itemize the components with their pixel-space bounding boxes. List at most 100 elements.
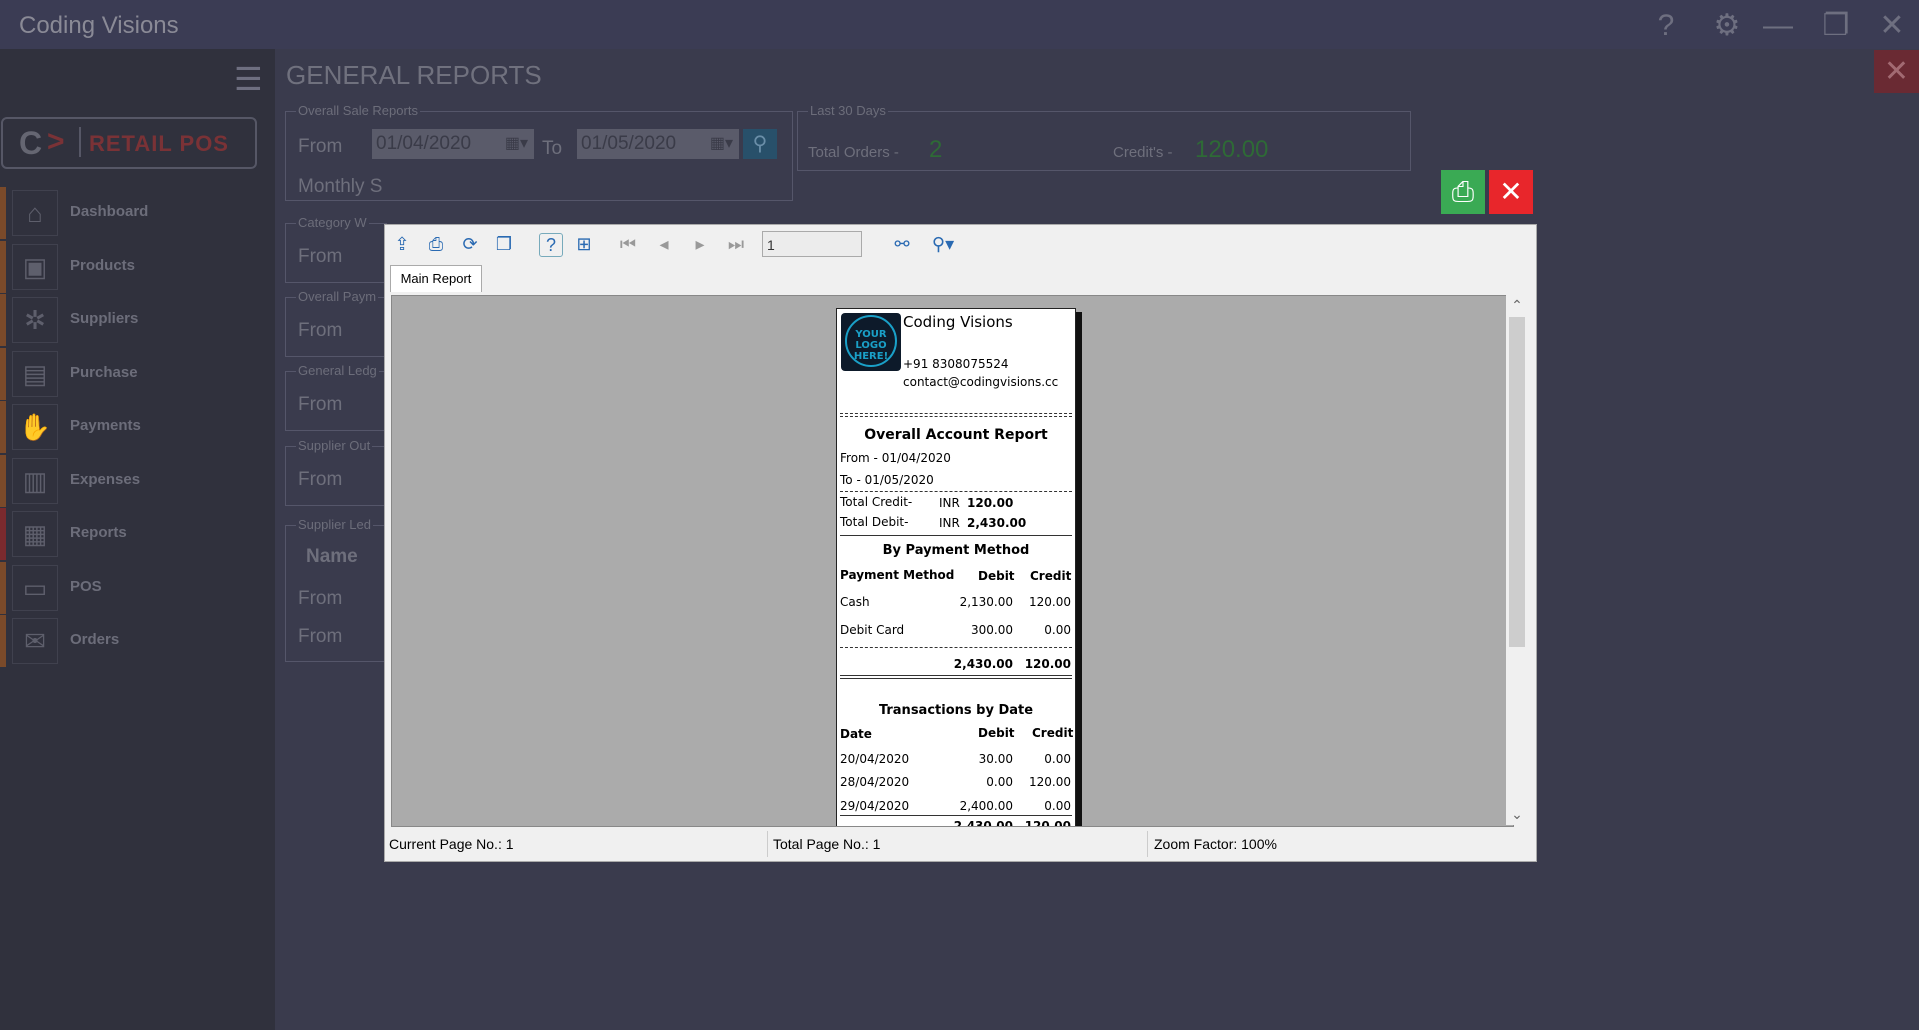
from-date-line: From - 01/04/2020 — [840, 451, 951, 465]
search-button[interactable]: ⚲ — [743, 129, 777, 159]
group-tree-icon[interactable]: ⊞ — [573, 233, 595, 255]
group-title: Overall Sale Reports — [296, 103, 420, 118]
logo-letter: C — [19, 125, 43, 161]
scroll-thumb[interactable] — [1509, 317, 1525, 647]
from-label: From — [298, 246, 343, 267]
pm-header-credit: Credit — [1030, 569, 1072, 583]
group-title: Category W — [296, 215, 369, 230]
status-bar: Current Page No.: 1 Total Page No.: 1 Zo… — [385, 831, 1536, 859]
tab-main-report[interactable]: Main Report — [390, 265, 482, 292]
total-debit-currency: INR — [939, 516, 960, 530]
tx-cell-date: 28/04/2020 — [840, 775, 910, 789]
pm-cell-method: Cash — [840, 595, 870, 609]
minimize-icon[interactable]: — — [1762, 10, 1794, 42]
from-label: From — [298, 136, 343, 157]
monthly-label: Monthly S — [298, 176, 383, 197]
help-icon[interactable]: ? — [1650, 10, 1682, 42]
sidebar-item-reports[interactable]: ▦ Reports — [0, 508, 275, 560]
company-email: contact@codingvisions.cc — [903, 375, 1059, 389]
divider — [840, 678, 1072, 679]
group-title: Supplier Led — [296, 517, 373, 532]
copy-icon[interactable]: ❐ — [493, 233, 515, 255]
from-date-value: 01/04/2020 — [376, 133, 472, 154]
calendar-dropdown-icon[interactable]: ▦▾ — [505, 129, 528, 159]
report-group: General Ledg From — [285, 363, 387, 431]
group-title: Overall Paym — [296, 289, 379, 304]
close-icon: ✕ — [1499, 176, 1523, 207]
viewer-toolbar: ⇪ ⎙ ⟳ ❐ ? ⊞ ⏮ ◂ ▸ ⏭ 1 ⚯ ⚲▾ — [385, 225, 1536, 263]
report-group: Supplier Out From — [285, 438, 387, 506]
tx-cell-credit: 0.00 — [1044, 799, 1071, 813]
divider — [840, 416, 1072, 417]
from-date-picker[interactable]: 01/04/2020 ▦▾ — [372, 129, 534, 159]
transactions-title: Transactions by Date — [878, 703, 1034, 718]
total-orders-value: 2 — [929, 136, 943, 163]
sidebar-item-label: Suppliers — [70, 310, 139, 327]
logo-divider — [79, 127, 81, 157]
first-page-icon[interactable]: ⏮ — [617, 233, 639, 255]
total-orders-label: Total Orders - — [808, 144, 899, 161]
tx-cell-debit: 30.00 — [978, 752, 1013, 766]
previous-page-icon[interactable]: ◂ — [653, 233, 675, 255]
scroll-down-icon[interactable]: ⌄ — [1506, 806, 1528, 823]
from-label: From — [298, 626, 343, 647]
sidebar-item-label: POS — [70, 577, 102, 595]
sidebar-item-orders[interactable]: ✉ Orders — [0, 615, 275, 667]
tx-header-credit: Credit — [1032, 726, 1074, 740]
divider — [840, 491, 1072, 492]
total-page-status: Total Page No.: 1 — [769, 831, 1148, 857]
monitor-icon: ▭ — [12, 564, 58, 611]
maximize-icon[interactable]: ❐ — [1820, 10, 1852, 42]
sidebar-item-dashboard[interactable]: ⌂ Dashboard — [0, 187, 275, 239]
page-title: GENERAL REPORTS — [286, 60, 542, 90]
next-page-icon[interactable]: ▸ — [689, 233, 711, 255]
help-icon[interactable]: ? — [539, 233, 563, 257]
company-logo: YOUR LOGO HERE! — [841, 313, 901, 371]
zoom-factor-status: Zoom Factor: 100% — [1154, 836, 1277, 852]
pm-cell-debit: 2,130.00 — [959, 595, 1013, 609]
to-date-picker[interactable]: 01/05/2020 ▦▾ — [577, 129, 739, 159]
sidebar-item-label: Reports — [70, 524, 127, 541]
close-module-button[interactable]: ✕ — [1874, 50, 1919, 93]
find-binoculars-icon[interactable]: ⚯ — [891, 233, 913, 255]
settings-gear-icon[interactable]: ⚙ — [1711, 10, 1743, 42]
calendar-dropdown-icon[interactable]: ▦▾ — [710, 129, 733, 159]
hamburger-menu-icon[interactable]: ☰ — [234, 60, 263, 98]
divider — [840, 413, 1072, 414]
from-label: From — [298, 588, 343, 609]
sidebar-item-accent — [0, 240, 6, 293]
search-icon: ⚲ — [752, 133, 768, 155]
sidebar-item-payments[interactable]: ✋ Payments — [0, 401, 275, 453]
tx-header-debit: Debit — [978, 726, 1015, 740]
sidebar-item-suppliers[interactable]: ✲ Suppliers — [0, 294, 275, 346]
last-page-icon[interactable]: ⏭ — [725, 233, 747, 255]
group-title: General Ledg — [296, 363, 379, 378]
vertical-scrollbar[interactable]: ⌃ ⌄ — [1506, 295, 1528, 825]
pm-cell-method: Debit Card — [840, 623, 905, 637]
print-icon[interactable]: ⎙ — [425, 233, 447, 255]
export-icon[interactable]: ⇪ — [391, 233, 413, 255]
total-credit-label: Total Credit- — [840, 495, 913, 509]
print-button[interactable]: ⎙ — [1441, 170, 1485, 214]
group-title: Supplier Out — [296, 438, 373, 453]
to-label: To — [542, 138, 563, 159]
home-icon: ⌂ — [12, 190, 58, 236]
scroll-up-icon[interactable]: ⌃ — [1506, 297, 1528, 314]
close-report-button[interactable]: ✕ — [1489, 170, 1533, 214]
sidebar-item-accent — [0, 294, 6, 346]
wallet-icon: ▥ — [12, 457, 58, 504]
sidebar-item-label: Products — [70, 256, 136, 274]
total-debit-value: 2,430.00 — [967, 516, 1027, 530]
from-label: From — [298, 320, 343, 341]
close-window-icon[interactable]: ✕ — [1876, 10, 1908, 42]
sidebar-item-pos[interactable]: ▭ POS — [0, 561, 275, 614]
sidebar-item-expenses[interactable]: ▥ Expenses — [0, 454, 275, 507]
refresh-icon[interactable]: ⟳ — [459, 233, 481, 255]
sidebar-item-accent — [0, 187, 6, 239]
company-name: Coding Visions — [903, 313, 1013, 331]
sidebar-item-purchase[interactable]: ▤ Purchase — [0, 347, 275, 400]
zoom-icon[interactable]: ⚲▾ — [925, 233, 961, 255]
page-number-input[interactable]: 1 — [762, 231, 862, 257]
sidebar-item-accent — [0, 401, 6, 453]
sidebar-item-products[interactable]: ▣ Products — [0, 240, 275, 293]
